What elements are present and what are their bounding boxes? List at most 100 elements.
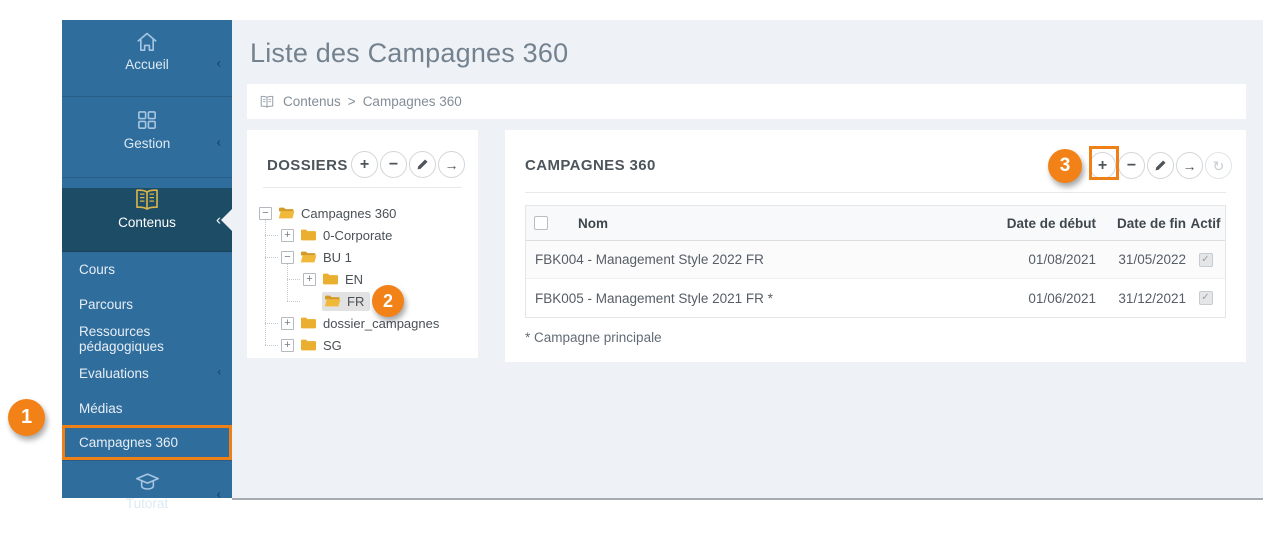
chevron-left-icon: ‹ bbox=[217, 136, 221, 149]
remove-folder-button[interactable]: − bbox=[380, 151, 407, 178]
campaign-name: FBK005 - Management Style 2021 FR * bbox=[526, 291, 983, 306]
move-folder-button[interactable]: → bbox=[438, 151, 465, 178]
home-icon bbox=[134, 30, 160, 54]
campaigns-panel: CAMPAGNES 360 + − → ↻ Nom Date de d bbox=[505, 130, 1246, 362]
table-row[interactable]: FBK004 - Management Style 2022 FR 01/08/… bbox=[526, 241, 1225, 279]
open-folder-icon bbox=[278, 206, 295, 220]
folder-tree: − Campagnes 360 + bbox=[247, 202, 478, 356]
column-header-actif[interactable]: Actif bbox=[1186, 216, 1225, 231]
sidebar-item-label: Accueil bbox=[62, 57, 232, 72]
sidebar-item-campagnes-360[interactable]: Campagnes 360 bbox=[62, 425, 232, 460]
grid-icon bbox=[134, 107, 160, 133]
sidebar-item-evaluations[interactable]: Evaluations ‹ bbox=[62, 356, 232, 391]
collapse-expander-icon[interactable]: − bbox=[281, 251, 294, 264]
tree-node-label: 0-Corporate bbox=[323, 228, 392, 243]
pencil-icon bbox=[1154, 159, 1167, 172]
sidebar-item-contenus[interactable]: Contenus ‹ bbox=[62, 188, 232, 252]
graduation-cap-icon bbox=[134, 471, 161, 493]
campaigns-panel-title: CAMPAGNES 360 bbox=[525, 157, 656, 174]
chevron-left-icon: ‹ bbox=[217, 368, 221, 379]
tree-node-0-corporate[interactable]: + 0-Corporate bbox=[247, 224, 478, 246]
sidebar-item-label: Ressources pédagogiques bbox=[79, 324, 232, 354]
tree-node-label: FR bbox=[347, 294, 364, 309]
breadcrumb: Contenus > Campagnes 360 bbox=[247, 84, 1246, 119]
edit-folder-button[interactable] bbox=[409, 151, 436, 178]
expand-expander-icon[interactable]: + bbox=[281, 317, 294, 330]
tree-node-sg[interactable]: + SG bbox=[247, 334, 478, 356]
sidebar-item-label: Contenus bbox=[62, 215, 232, 230]
sidebar-item-ressources-pedagogiques[interactable]: Ressources pédagogiques bbox=[62, 321, 232, 356]
folders-toolbar: + − → bbox=[351, 151, 465, 178]
closed-folder-icon bbox=[300, 316, 317, 330]
breadcrumb-item-contenus[interactable]: Contenus bbox=[283, 94, 341, 109]
tree-node-campagnes-360[interactable]: − Campagnes 360 bbox=[247, 202, 478, 224]
chevron-left-icon: ‹ bbox=[217, 488, 221, 501]
open-folder-icon bbox=[324, 294, 341, 308]
page-title: Liste des Campagnes 360 bbox=[250, 38, 568, 69]
sidebar-item-label: Gestion bbox=[62, 136, 232, 151]
sidebar-item-label: Tutorat bbox=[62, 496, 232, 511]
page: Accueil ‹ Gestion ‹ bbox=[0, 0, 1272, 550]
tree-node-en[interactable]: + EN bbox=[247, 268, 478, 290]
add-folder-button[interactable]: + bbox=[351, 151, 378, 178]
checked-checkbox-icon: ✓ bbox=[1199, 291, 1213, 305]
campaign-start-date: 01/08/2021 bbox=[983, 252, 1096, 267]
panel-divider bbox=[525, 192, 1226, 193]
tree-node-label: EN bbox=[345, 272, 363, 287]
panel-divider bbox=[263, 187, 462, 188]
column-header-date-fin[interactable]: Date de fin bbox=[1096, 216, 1186, 231]
campaign-active-cell: ✓ bbox=[1186, 253, 1225, 267]
campaign-name: FBK004 - Management Style 2022 FR bbox=[526, 252, 983, 267]
sidebar-item-medias[interactable]: Médias bbox=[62, 391, 232, 426]
campaign-end-date: 31/12/2021 bbox=[1096, 291, 1186, 306]
tree-node-fr-selected[interactable]: FR bbox=[247, 290, 478, 312]
main-content: Liste des Campagnes 360 Contenus > Campa… bbox=[232, 20, 1263, 500]
expand-expander-icon[interactable]: + bbox=[281, 339, 294, 352]
campaign-end-date: 31/05/2022 bbox=[1096, 252, 1186, 267]
campaigns-toolbar: + − → ↻ bbox=[1089, 152, 1232, 179]
folders-panel-title: DOSSIERS bbox=[267, 157, 348, 174]
move-campaign-button[interactable]: → bbox=[1176, 152, 1203, 179]
expand-expander-icon[interactable]: + bbox=[281, 229, 294, 242]
open-folder-icon bbox=[300, 250, 317, 264]
campaigns-table: Nom Date de début Date de fin Actif FBK0… bbox=[525, 205, 1226, 318]
column-header-nom[interactable]: Nom bbox=[578, 216, 608, 231]
expand-expander-icon[interactable]: + bbox=[303, 273, 316, 286]
tree-node-dossier-campagnes[interactable]: + dossier_campagnes bbox=[247, 312, 478, 334]
sidebar-item-label: Evaluations bbox=[79, 366, 149, 381]
sidebar-item-label: Campagnes 360 bbox=[79, 435, 178, 450]
chevron-left-icon: ‹ bbox=[217, 57, 221, 70]
refresh-button[interactable]: ↻ bbox=[1205, 152, 1232, 179]
sidebar-item-gestion[interactable]: Gestion ‹ bbox=[62, 107, 232, 178]
sidebar-item-tutorat[interactable]: Tutorat ‹ bbox=[62, 460, 232, 527]
annotation-badge-1: 1 bbox=[8, 399, 45, 436]
selected-folder-highlight: FR bbox=[322, 292, 370, 311]
tree-node-label: Campagnes 360 bbox=[301, 206, 396, 221]
open-book-icon bbox=[133, 188, 161, 212]
folders-panel: DOSSIERS + − → bbox=[247, 130, 478, 358]
annotation-badge-3: 3 bbox=[1048, 149, 1082, 183]
sidebar-item-cours[interactable]: Cours bbox=[62, 252, 232, 287]
tree-node-bu-1[interactable]: − BU 1 bbox=[247, 246, 478, 268]
edit-campaign-button[interactable] bbox=[1147, 152, 1174, 179]
main-campaign-footnote: * Campagne principale bbox=[525, 330, 662, 345]
collapse-expander-icon[interactable]: − bbox=[259, 207, 272, 220]
annotation-badge-2: 2 bbox=[372, 285, 404, 317]
active-section-notch bbox=[221, 209, 232, 231]
table-row[interactable]: FBK005 - Management Style 2021 FR * 01/0… bbox=[526, 279, 1225, 317]
contenus-submenu: Cours Parcours Ressources pédagogiques E… bbox=[62, 252, 232, 460]
closed-folder-icon bbox=[322, 272, 339, 286]
sidebar-item-parcours[interactable]: Parcours bbox=[62, 287, 232, 322]
checked-checkbox-icon: ✓ bbox=[1199, 253, 1213, 267]
sidebar-item-label: Médias bbox=[79, 401, 123, 416]
select-all-checkbox[interactable] bbox=[534, 216, 548, 230]
sidebar-item-accueil[interactable]: Accueil ‹ bbox=[62, 30, 232, 97]
campaign-active-cell: ✓ bbox=[1186, 291, 1225, 305]
pencil-icon bbox=[416, 158, 429, 171]
table-header-row: Nom Date de début Date de fin Actif bbox=[526, 206, 1225, 241]
breadcrumb-separator: > bbox=[348, 94, 356, 109]
remove-campaign-button[interactable]: − bbox=[1118, 152, 1145, 179]
tree-node-label: BU 1 bbox=[323, 250, 352, 265]
add-campaign-button[interactable]: + bbox=[1089, 152, 1116, 179]
column-header-date-debut[interactable]: Date de début bbox=[983, 216, 1096, 231]
